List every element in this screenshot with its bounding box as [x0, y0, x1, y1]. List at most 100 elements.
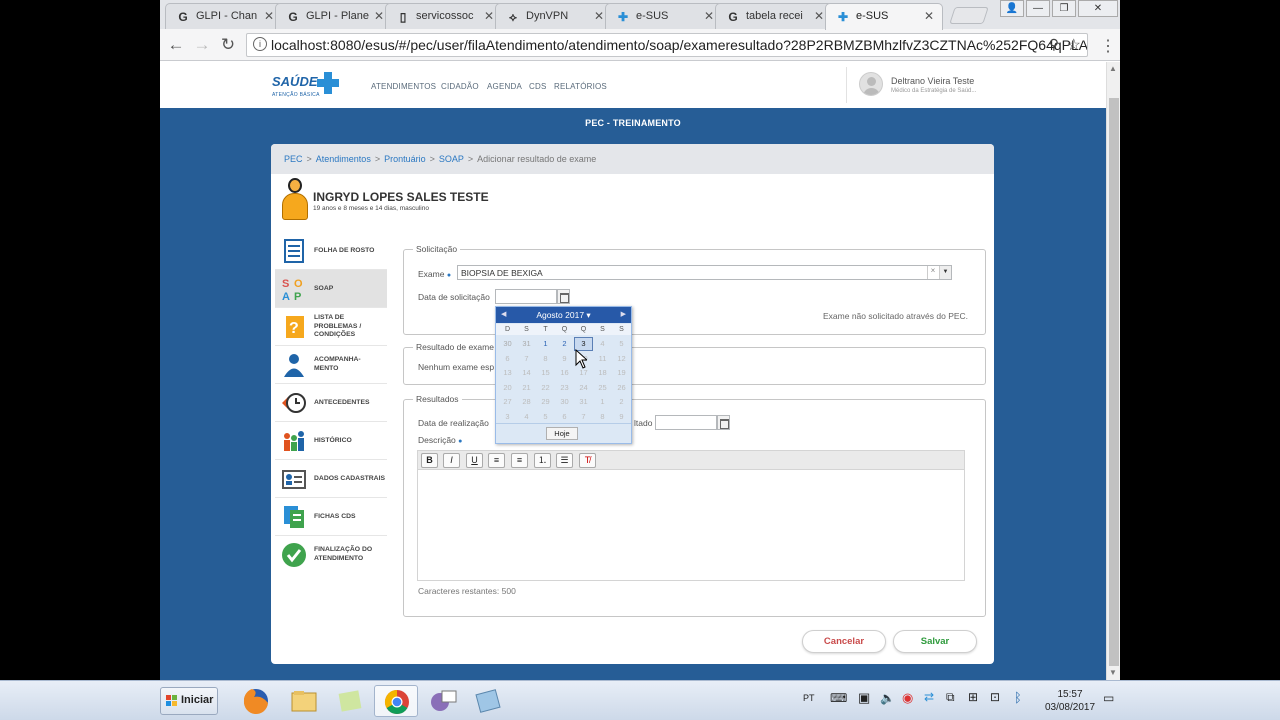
calendar-day[interactable]: 12 — [612, 352, 631, 366]
clock[interactable]: 15:57 03/08/2017 — [1040, 688, 1100, 714]
calendar-day[interactable]: 5 — [536, 410, 555, 424]
calendar-day[interactable]: 24 — [574, 381, 593, 395]
tab-dynvpn[interactable]: ⟡ DynVPN ✕ — [495, 3, 613, 29]
restore-icon[interactable]: ❐ — [1052, 0, 1076, 17]
bookmark-star-icon[interactable]: ☆ — [1067, 35, 1081, 55]
calendar-day[interactable]: 25 — [593, 381, 612, 395]
tab-esus-active[interactable]: ✚ e-SUS ✕ — [825, 3, 943, 30]
scroll-up-icon[interactable]: ▲ — [1109, 64, 1117, 73]
calendar-day[interactable]: 21 — [517, 381, 536, 395]
reload-icon[interactable]: ↻ — [218, 35, 238, 55]
close-icon[interactable]: ✕ — [374, 9, 384, 23]
back-icon[interactable]: ← — [166, 35, 186, 55]
calendar-day[interactable]: 31 — [517, 337, 536, 351]
sidenav-folha-de-rosto[interactable]: FOLHA DE ROSTO — [275, 232, 387, 270]
calendar-day[interactable]: 15 — [536, 366, 555, 380]
month-title[interactable]: Agosto 2017 ▾ — [536, 310, 590, 320]
calendar-day[interactable]: 30 — [498, 337, 517, 351]
calendar-day[interactable]: 5 — [612, 337, 631, 351]
calendar-day[interactable]: 11 — [593, 352, 612, 366]
close-icon[interactable]: ✕ — [264, 9, 274, 23]
browser-menu-icon[interactable]: ⋮ — [1100, 36, 1116, 56]
calendar-day[interactable]: 8 — [593, 410, 612, 424]
save-button[interactable]: Salvar — [893, 630, 977, 653]
nav-agenda[interactable]: AGENDA — [487, 82, 522, 91]
sidenav-antecedentes[interactable]: ANTECEDENTES — [275, 384, 387, 422]
zoom-icon[interactable]: ⚲ — [1049, 36, 1059, 53]
page-scrollbar[interactable]: ▲ ▼ — [1106, 62, 1120, 680]
tab-glpi-plane[interactable]: G GLPI - Plane ✕ — [275, 3, 393, 29]
support-chat-icon[interactable] — [420, 685, 464, 717]
sidenav-lista-de-problemas[interactable]: ? LISTA DE PROBLEMAS / CONDIÇÕES — [275, 308, 387, 346]
calendar-day[interactable]: 2 — [612, 395, 631, 409]
nav-cidadao[interactable]: CIDADÃO — [441, 82, 479, 91]
tab-esus[interactable]: ✚ e-SUS ✕ — [605, 3, 723, 29]
calendar-day[interactable]: 1 — [593, 395, 612, 409]
calendar-icon[interactable] — [557, 289, 570, 304]
close-icon[interactable]: ✕ — [814, 9, 824, 23]
calendar-day[interactable]: 14 — [517, 366, 536, 380]
bluetooth-icon[interactable]: ᛒ — [1014, 690, 1022, 705]
prev-month-icon[interactable]: ◀ — [501, 307, 506, 323]
network-monitor-icon[interactable]: ⊞ — [968, 690, 978, 704]
cancel-button[interactable]: Cancelar — [802, 630, 886, 653]
info-icon[interactable]: i — [253, 37, 267, 51]
user-menu[interactable]: Deltrano Vieira Teste Médico da Estratég… — [846, 67, 996, 103]
today-button[interactable]: Hoje — [546, 427, 578, 440]
align-center-icon[interactable]: ≡ — [511, 453, 528, 468]
notification-icon[interactable]: ⧉ — [946, 690, 955, 705]
close-window-icon[interactable]: ✕ — [1078, 0, 1118, 17]
calendar-day[interactable]: 7 — [574, 410, 593, 424]
clear-icon[interactable]: × — [927, 266, 938, 279]
new-tab-button[interactable] — [949, 7, 989, 24]
nav-cds[interactable]: CDS — [529, 82, 547, 91]
calendar-day[interactable]: 31 — [574, 395, 593, 409]
numbered-list-icon[interactable]: ⒈ — [534, 453, 551, 468]
nav-relatorios[interactable]: RELATÓRIOS — [554, 82, 607, 91]
calendar-day[interactable]: 22 — [536, 381, 555, 395]
sidenav-soap[interactable]: SOAP SOAP — [275, 270, 387, 308]
calendar-day[interactable]: 27 — [498, 395, 517, 409]
language-indicator[interactable]: PT — [803, 693, 815, 703]
tab-tabela[interactable]: Gtabela recei ✕ — [715, 3, 833, 29]
calendar-day[interactable]: 3 — [498, 410, 517, 424]
italic-button[interactable]: I — [443, 453, 460, 468]
scrollbar-thumb[interactable] — [1109, 98, 1119, 666]
calendar-day[interactable]: 23 — [555, 381, 574, 395]
underline-button[interactable]: U — [466, 453, 483, 468]
antivirus-icon[interactable]: ◉ — [902, 690, 913, 706]
network-icon[interactable]: ⇄ — [924, 690, 934, 704]
calendar-day[interactable]: 20 — [498, 381, 517, 395]
close-icon[interactable]: ✕ — [924, 9, 934, 23]
keyboard-icon[interactable]: ⌨ — [830, 691, 847, 705]
close-icon[interactable]: ✕ — [484, 9, 494, 23]
sidenav-finalizacao[interactable]: FINALIZAÇÃO DO ATENDIMENTO — [275, 536, 387, 574]
profile-icon[interactable]: 👤 — [1000, 0, 1024, 17]
calendar-day[interactable]: 8 — [536, 352, 555, 366]
sidenav-fichas-cds[interactable]: FICHAS CDS — [275, 498, 387, 536]
descricao-editor[interactable] — [417, 470, 965, 581]
calendar-day[interactable]: 16 — [555, 366, 574, 380]
next-month-icon[interactable]: ▶ — [621, 307, 626, 323]
calendar-day[interactable]: 6 — [555, 410, 574, 424]
show-desktop-icon[interactable]: ▭ — [1103, 691, 1114, 705]
tab-glpi-chan[interactable]: G GLPI - Chan ✕ — [165, 3, 283, 29]
start-button[interactable]: Iniciar — [160, 687, 218, 715]
app-logo[interactable]: SAÚDE — [272, 74, 318, 89]
forward-icon[interactable]: → — [192, 35, 212, 55]
devices-icon[interactable]: ⊡ — [990, 690, 1000, 704]
breadcrumb-prontuario[interactable]: Prontuário — [384, 154, 426, 164]
calendar-day[interactable]: 9 — [612, 410, 631, 424]
calendar-day[interactable]: 30 — [555, 395, 574, 409]
calendar-day[interactable]: 7 — [517, 352, 536, 366]
volume-icon[interactable]: 🔈 — [880, 691, 895, 705]
firefox-icon[interactable] — [234, 685, 278, 717]
close-icon[interactable]: ✕ — [704, 9, 714, 23]
calendar-icon[interactable] — [717, 415, 730, 430]
calendar-day[interactable]: 6 — [498, 352, 517, 366]
chrome-icon[interactable] — [374, 685, 418, 717]
calendar-day[interactable]: 19 — [612, 366, 631, 380]
calendar-day[interactable]: 13 — [498, 366, 517, 380]
exame-combo[interactable]: BIOPSIA DE BEXIGA × ▼ — [457, 265, 952, 280]
security-icon[interactable]: ▣ — [858, 690, 870, 706]
